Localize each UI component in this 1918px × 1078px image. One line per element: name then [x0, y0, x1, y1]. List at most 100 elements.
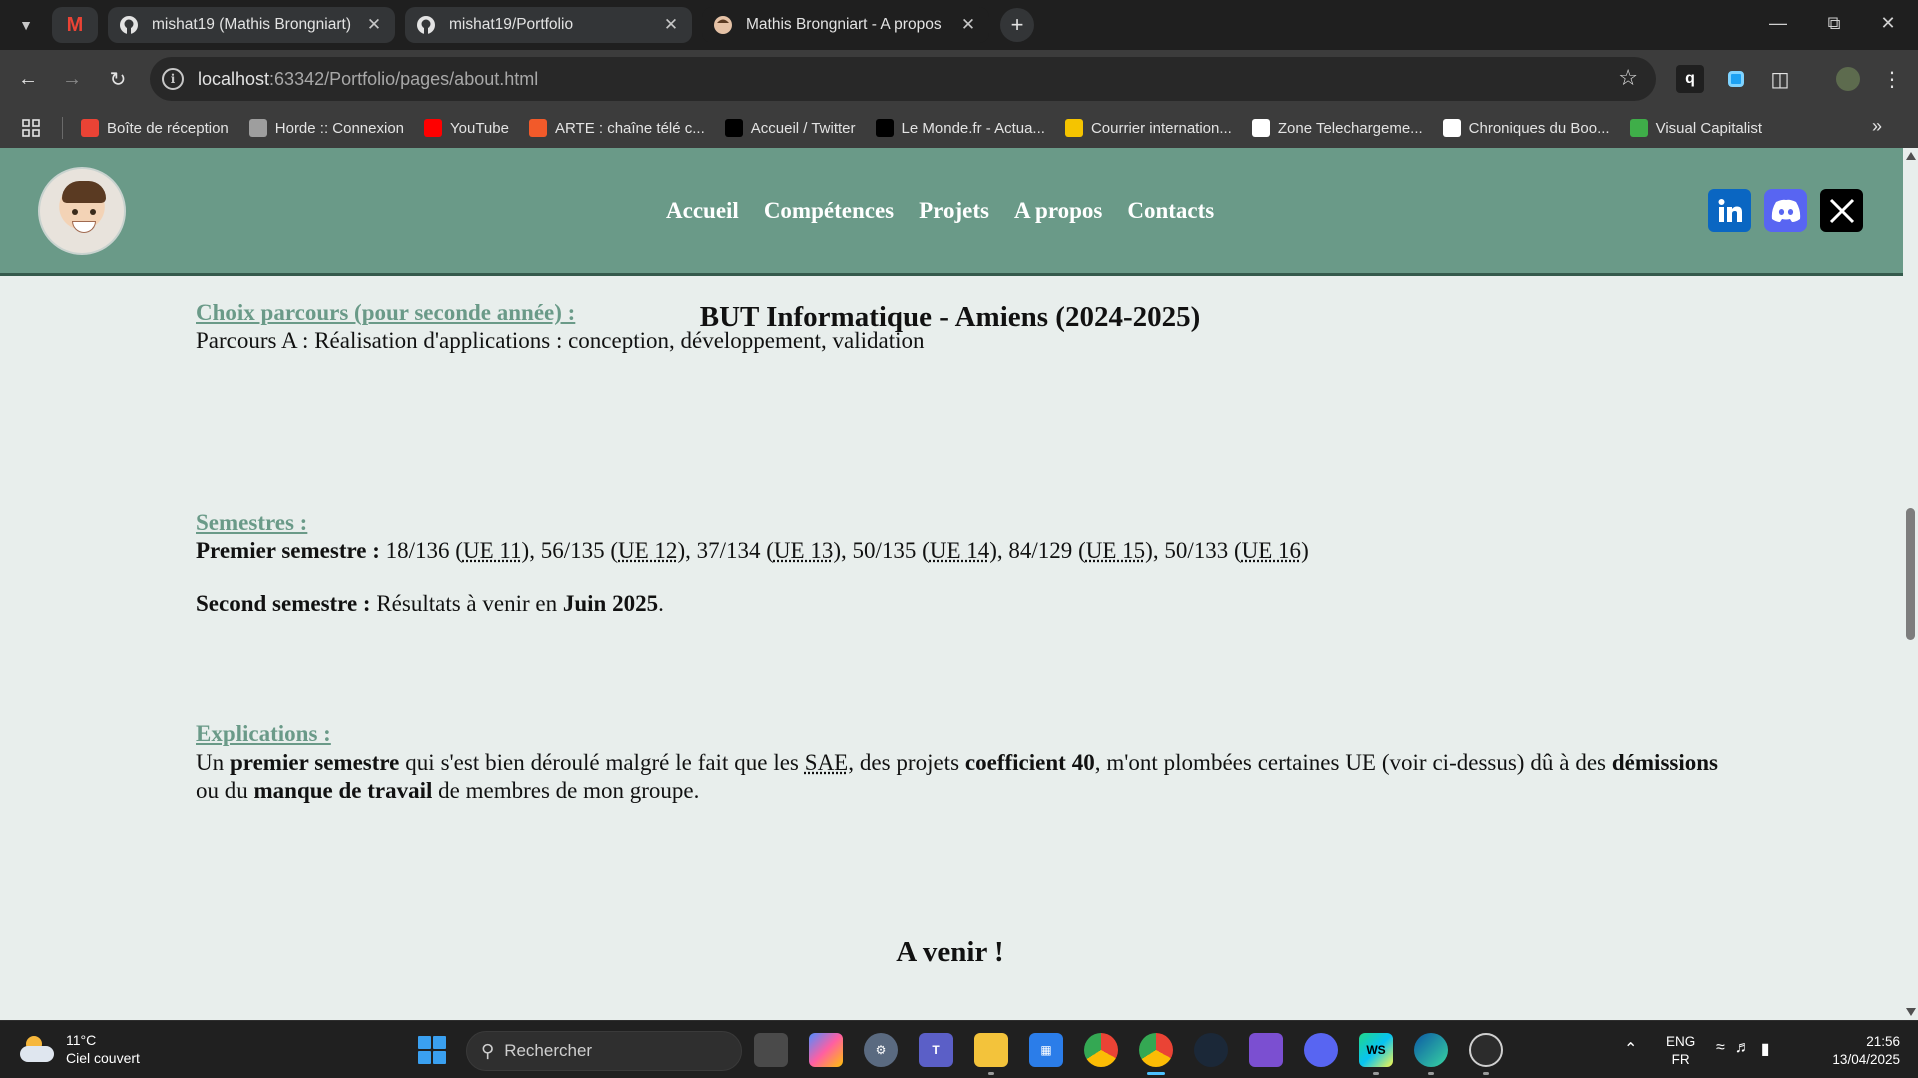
windows-start-icon[interactable] — [418, 1036, 446, 1064]
bookmark-item[interactable]: ARTE : chaîne télé c... — [528, 119, 705, 137]
system-clock[interactable]: 21:56 13/04/2025 — [1810, 1033, 1900, 1069]
volume-icon: ♬ — [1734, 1039, 1751, 1056]
new-tab-button[interactable]: + — [1000, 8, 1034, 42]
settings-gear-icon[interactable]: ⚙ — [864, 1033, 898, 1067]
battery-icon: ▮ — [1760, 1041, 1770, 1058]
nav-competences[interactable]: Compétences — [764, 198, 894, 224]
minimize-icon[interactable]: — — [1756, 6, 1800, 40]
bookmark-item[interactable]: Visual Capitalist — [1629, 119, 1763, 137]
ue-score: 50/133 — [1164, 538, 1229, 563]
bookmark-item[interactable]: Boîte de réception — [81, 119, 229, 137]
bookmark-item[interactable]: Chroniques du Boo... — [1442, 119, 1610, 137]
ue-abbreviation[interactable]: UE 15 — [1086, 538, 1145, 563]
tab-gmail-pinned[interactable]: M — [52, 7, 98, 43]
microsoft-365-icon[interactable] — [809, 1033, 843, 1067]
scrollbar-thumb[interactable] — [1906, 508, 1915, 640]
linkedin-icon[interactable] — [1708, 189, 1751, 232]
weather-widget[interactable]: 11°C Ciel couvert — [20, 1031, 140, 1067]
scroll-up-icon[interactable] — [1906, 152, 1916, 160]
tab-search-chevron-icon[interactable]: ▼ — [10, 9, 42, 41]
obs-icon[interactable] — [1469, 1033, 1503, 1067]
address-bar[interactable]: i localhost:63342/Portfolio/pages/about.… — [150, 57, 1656, 101]
webstorm-icon[interactable]: WS — [1359, 1033, 1393, 1067]
file-explorer-icon[interactable] — [974, 1033, 1008, 1067]
tray-overflow-icon[interactable]: ⌃ — [1624, 1039, 1637, 1059]
nav-contacts[interactable]: Contacts — [1127, 198, 1214, 224]
bookmark-item[interactable]: Courrier internation... — [1064, 119, 1232, 137]
taskbar-search[interactable]: ⚲ Rechercher — [466, 1031, 742, 1071]
ue-score: 56/135 — [540, 538, 605, 563]
chrome-icon[interactable] — [1139, 1033, 1173, 1067]
bookmark-label: Visual Capitalist — [1655, 119, 1763, 137]
tab-github-profile[interactable]: mishat19 (Mathis Brongniart) ✕ — [108, 7, 395, 43]
bookmark-item[interactable]: Zone Telechargeme... — [1251, 119, 1423, 137]
bookmark-item[interactable]: Accueil / Twitter — [724, 119, 856, 137]
extension-blue-icon[interactable] — [1722, 65, 1750, 93]
bookmark-item[interactable]: Le Monde.fr - Actua... — [875, 119, 1045, 137]
teams-icon[interactable]: T — [919, 1033, 953, 1067]
close-icon[interactable]: ✕ — [363, 15, 385, 35]
ue-abbreviation[interactable]: UE 14 — [930, 538, 989, 563]
visualcap-icon — [1629, 119, 1648, 137]
discord-app-icon[interactable] — [1304, 1033, 1338, 1067]
sae-abbreviation[interactable]: SAE — [805, 750, 848, 775]
chrome-alt-icon[interactable] — [1084, 1033, 1118, 1067]
tab-about-active[interactable]: Mathis Brongniart - A propos ✕ — [702, 7, 989, 43]
nav-a-propos[interactable]: A propos — [1014, 198, 1102, 224]
window-close-icon[interactable]: ✕ — [1866, 6, 1910, 40]
cloud-sun-icon — [20, 1034, 54, 1064]
url-text: localhost:63342/Portfolio/pages/about.ht… — [198, 68, 539, 89]
search-icon: ⚲ — [481, 1040, 495, 1061]
ue-abbreviation[interactable]: UE 11 — [463, 538, 522, 563]
ue-abbreviation[interactable]: UE 13 — [774, 538, 833, 563]
close-icon[interactable]: ✕ — [957, 15, 979, 35]
bookmarks-overflow-icon[interactable]: » — [1872, 116, 1882, 137]
semester-1-line: Premier semestre : 18/136 (UE 11), 56/13… — [196, 537, 1309, 565]
visual-studio-icon[interactable] — [1249, 1033, 1283, 1067]
tab-title: Mathis Brongniart - A propos — [746, 16, 942, 33]
task-view-icon[interactable] — [754, 1033, 788, 1067]
forward-arrow-icon[interactable]: → — [56, 63, 88, 95]
restore-icon[interactable]: ⧉ — [1812, 6, 1856, 40]
scroll-down-icon[interactable] — [1906, 1008, 1916, 1016]
apps-grid-icon[interactable] — [22, 119, 40, 137]
semester-1-scores: 18/136 (UE 11), 56/135 (UE 12), 37/134 (… — [385, 538, 1309, 563]
microsoft-store-icon[interactable]: ▦ — [1029, 1033, 1063, 1067]
bookmark-item[interactable]: Horde :: Connexion — [248, 119, 404, 137]
lemonde-icon — [875, 119, 894, 137]
zt-icon — [1251, 119, 1270, 137]
parcours-heading: Choix parcours (pour seconde année) : — [196, 300, 576, 325]
edge-icon[interactable] — [1414, 1033, 1448, 1067]
extensions-puzzle-icon[interactable]: ◫ — [1766, 65, 1794, 93]
bookmark-star-icon[interactable]: ☆ — [1618, 65, 1638, 91]
ue-abbreviation[interactable]: UE 16 — [1242, 538, 1301, 563]
a-venir-heading: A venir ! — [896, 936, 1004, 968]
browser-toolbar: ← → ↻ i localhost:63342/Portfolio/pages/… — [0, 50, 1918, 108]
nav-accueil[interactable]: Accueil — [666, 198, 739, 224]
bookmark-label: ARTE : chaîne télé c... — [554, 119, 705, 137]
language-indicator[interactable]: ENG FR — [1666, 1033, 1695, 1069]
system-tray[interactable]: ≈ ♬ ▮ — [1716, 1039, 1770, 1059]
x-icon[interactable] — [1820, 189, 1863, 232]
discord-icon[interactable] — [1764, 189, 1807, 232]
courrier-icon — [1064, 119, 1083, 137]
nav-projets[interactable]: Projets — [919, 198, 989, 224]
ue-abbreviation[interactable]: UE 12 — [618, 538, 677, 563]
page-scrollbar[interactable] — [1903, 148, 1918, 1020]
extension-q-icon[interactable]: q — [1676, 65, 1704, 93]
profile-avatar-icon[interactable] — [1834, 65, 1862, 93]
weather-temperature: 11°C — [66, 1032, 97, 1048]
steam-icon[interactable] — [1194, 1033, 1228, 1067]
tab-github-repo[interactable]: mishat19/Portfolio ✕ — [405, 7, 692, 43]
back-arrow-icon[interactable]: ← — [12, 63, 44, 95]
bookmark-item[interactable]: YouTube — [424, 119, 509, 137]
semester-2-label: Second semestre : — [196, 591, 371, 616]
profile-avatar[interactable] — [38, 167, 126, 255]
semester-2-line: Second semestre : Résultats à venir en J… — [196, 591, 664, 616]
parcours-text: Parcours A : Réalisation d'applications … — [196, 328, 925, 353]
site-info-icon[interactable]: i — [162, 68, 184, 90]
close-icon[interactable]: ✕ — [660, 15, 682, 35]
reload-icon[interactable]: ↻ — [102, 63, 134, 95]
bookmarks-bar: Boîte de réception Horde :: Connexion YouT… — [0, 108, 1918, 148]
kebab-menu-icon[interactable]: ⋮ — [1878, 65, 1906, 93]
